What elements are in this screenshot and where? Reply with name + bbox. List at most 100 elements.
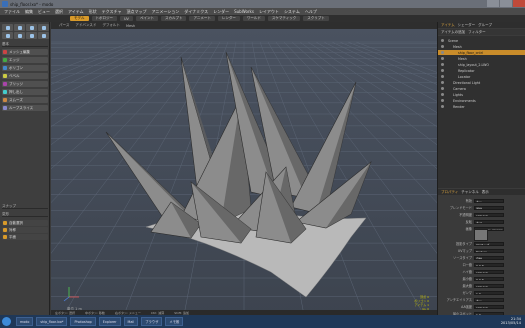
- layout-tab[interactable]: トポロジー: [91, 16, 117, 21]
- menu-item[interactable]: アニメーション: [151, 9, 179, 15]
- menu-item[interactable]: 形状: [89, 9, 97, 15]
- property-value[interactable]: オン: [474, 297, 504, 302]
- property-value[interactable]: UVマップ: [474, 241, 504, 246]
- layout-tab[interactable]: ワールド: [242, 16, 265, 21]
- tool-button[interactable]: メッシュ編集: [2, 49, 48, 55]
- property-value[interactable]: 1.0: [474, 290, 504, 295]
- tree-item[interactable]: ship_floor_cntrl: [438, 50, 525, 55]
- visibility-icon[interactable]: [441, 51, 444, 54]
- tool-button[interactable]: ループスライス: [2, 105, 48, 111]
- viewport-option[interactable]: パース: [59, 23, 69, 28]
- menu-item[interactable]: ヘルプ: [305, 9, 317, 15]
- tool-button[interactable]: エッジ: [2, 57, 48, 63]
- property-value[interactable]: 100.0 %: [474, 269, 504, 274]
- layout-tab[interactable]: スクリプト: [303, 16, 329, 21]
- paint-tool-icon[interactable]: [26, 32, 37, 39]
- visibility-icon[interactable]: [441, 81, 444, 84]
- tree-item[interactable]: Directional Light: [438, 80, 525, 85]
- viewport-option[interactable]: アドバンスド: [75, 23, 96, 28]
- menu-item[interactable]: ビュー: [38, 9, 50, 15]
- panel-tab[interactable]: グループ: [478, 23, 492, 28]
- property-value[interactable]: 自動: [474, 255, 504, 260]
- minimize-button[interactable]: [487, 0, 499, 7]
- visibility-icon[interactable]: [441, 75, 444, 78]
- menu-item[interactable]: SubWorks: [234, 9, 254, 14]
- layout-tab[interactable]: アニメート: [189, 16, 215, 21]
- taskbar-item[interactable]: Mail: [123, 317, 139, 326]
- scale-tool-icon[interactable]: [26, 24, 37, 31]
- move-tool-icon[interactable]: [2, 24, 13, 31]
- option-checkbox[interactable]: 対称: [2, 227, 48, 233]
- layout-tab[interactable]: UV: [120, 16, 133, 21]
- select-tool-icon[interactable]: [2, 32, 13, 39]
- tree-item[interactable]: Render: [438, 104, 525, 109]
- taskbar-item[interactable]: ship_floor.lxo*: [36, 317, 68, 326]
- tree-item[interactable]: Locator: [438, 74, 525, 79]
- taskbar-item[interactable]: modo: [16, 317, 34, 326]
- tree-item[interactable]: Mesh: [438, 56, 525, 61]
- close-button[interactable]: [513, 0, 525, 7]
- layout-tab[interactable]: レンダー: [217, 16, 240, 21]
- panel-tab[interactable]: アイテム: [441, 23, 455, 28]
- menu-item[interactable]: アイテム: [68, 9, 84, 15]
- panel-tab[interactable]: シェーダー: [458, 23, 476, 28]
- tree-item[interactable]: Camera: [438, 86, 525, 91]
- panel-tab[interactable]: アイテムの追加: [441, 30, 465, 35]
- property-value[interactable]: オフ: [474, 219, 504, 224]
- panel-tab[interactable]: チャンネル: [461, 190, 478, 195]
- layout-tab[interactable]: スケマティック: [267, 16, 301, 21]
- taskbar-item[interactable]: メモ帳: [165, 317, 184, 326]
- menu-item[interactable]: レンダー: [213, 9, 229, 15]
- tool-button[interactable]: ブリッジ: [2, 81, 48, 87]
- layout-tab[interactable]: モデル: [70, 16, 89, 21]
- tree-item[interactable]: Mesh: [438, 44, 525, 49]
- tree-item[interactable]: Scene: [438, 38, 525, 43]
- visibility-icon[interactable]: [441, 69, 444, 72]
- taskbar-item[interactable]: ブラウザ: [141, 317, 163, 326]
- panel-tab[interactable]: フィルター: [468, 30, 485, 35]
- tree-item[interactable]: Lights: [438, 92, 525, 97]
- start-button-icon[interactable]: [2, 317, 11, 326]
- tree-item[interactable]: ship_layout_2.LWO: [438, 62, 525, 67]
- visibility-icon[interactable]: [441, 105, 444, 108]
- visibility-icon[interactable]: [441, 39, 444, 42]
- property-value[interactable]: Texture: [474, 248, 504, 253]
- visibility-icon[interactable]: [441, 57, 444, 60]
- menu-item[interactable]: ファイル: [4, 9, 20, 15]
- visibility-icon[interactable]: [441, 63, 444, 66]
- taskbar-item[interactable]: Photoshop: [70, 317, 96, 326]
- property-value[interactable]: 100.0 %: [474, 283, 504, 288]
- option-checkbox[interactable]: 自動選択: [2, 220, 48, 226]
- property-value[interactable]: 100.0 %: [474, 212, 504, 217]
- tree-item[interactable]: Replicator: [438, 68, 525, 73]
- maximize-button[interactable]: [500, 0, 512, 7]
- menu-item[interactable]: 選択: [55, 9, 63, 15]
- property-value[interactable]: 100.0 %: [474, 304, 504, 309]
- texture-thumbnail[interactable]: [474, 229, 488, 241]
- menu-item[interactable]: ダイナミクス: [184, 9, 208, 15]
- element-tool-icon[interactable]: [38, 32, 49, 39]
- transform-tool-icon[interactable]: [38, 24, 49, 31]
- rotate-tool-icon[interactable]: [14, 24, 25, 31]
- tree-item[interactable]: Environments: [438, 98, 525, 103]
- property-value[interactable]: 0.0 %: [474, 262, 504, 267]
- visibility-icon[interactable]: [441, 45, 444, 48]
- 3d-viewport[interactable]: パース アドバンスド デフォルト Mesh 単位 1 m 頂点 0 ポリゴン 0 アイテム…: [51, 22, 437, 315]
- property-value[interactable]: 0.0 %: [474, 276, 504, 281]
- menu-item[interactable]: 頂点マップ: [126, 9, 146, 15]
- taskbar-item[interactable]: Explorer: [98, 317, 121, 326]
- viewport-option[interactable]: デフォルト: [102, 23, 120, 28]
- tool-button[interactable]: ポリゴン: [2, 65, 48, 71]
- panel-tab[interactable]: プロパティ: [441, 190, 458, 195]
- tool-button[interactable]: 押し出し: [2, 89, 48, 95]
- menu-item[interactable]: システム: [284, 9, 300, 15]
- layout-tab[interactable]: ペイント: [135, 16, 158, 21]
- menu-item[interactable]: 編集: [25, 9, 33, 15]
- panel-tab[interactable]: 表示: [482, 190, 489, 195]
- property-value[interactable]: 通常: [474, 205, 504, 210]
- viewport-option[interactable]: Mesh: [126, 24, 135, 28]
- menu-item[interactable]: レイアウト: [259, 9, 279, 15]
- visibility-icon[interactable]: [441, 87, 444, 90]
- lasso-tool-icon[interactable]: [14, 32, 25, 39]
- visibility-icon[interactable]: [441, 99, 444, 102]
